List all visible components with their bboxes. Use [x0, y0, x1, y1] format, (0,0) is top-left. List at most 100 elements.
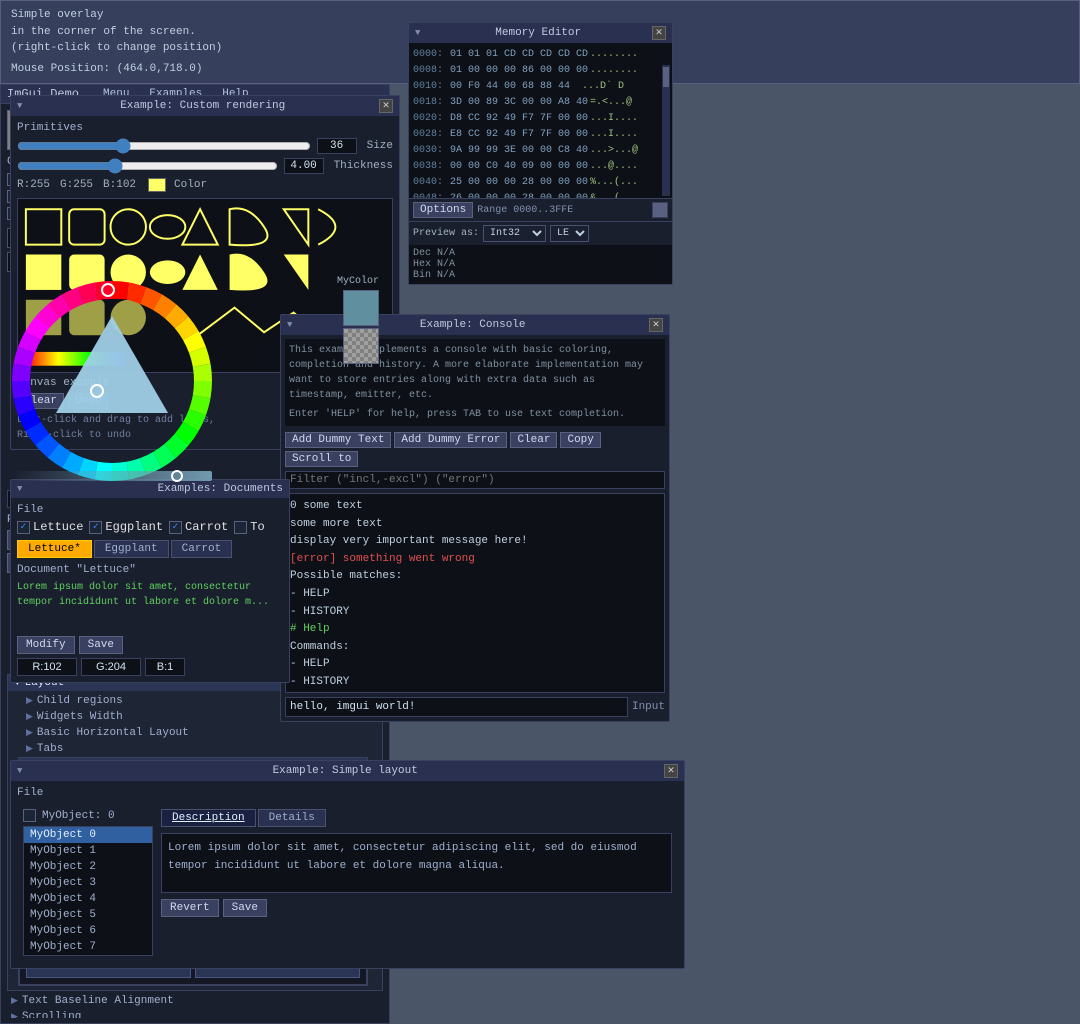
object-item-6[interactable]: MyObject 6: [24, 923, 152, 939]
eggplant-checkbox-label[interactable]: Eggplant: [89, 520, 163, 534]
description-tab[interactable]: Description: [161, 809, 256, 827]
console-input[interactable]: [285, 697, 628, 717]
simple-save-btn[interactable]: Save: [223, 899, 267, 917]
memory-scrollbar[interactable]: [662, 65, 670, 196]
to-checkbox[interactable]: [234, 521, 247, 534]
lettuce-tab[interactable]: Lettuce*: [17, 540, 92, 558]
doc-r-field[interactable]: [17, 658, 77, 676]
console-line: some more text: [290, 516, 660, 534]
console-error-line: [error] something went wrong: [290, 551, 660, 569]
eggplant-tab[interactable]: Eggplant: [94, 540, 169, 558]
file-label: File: [17, 504, 283, 516]
console-title: Example: Console: [420, 319, 526, 331]
detail-pane: Description Details Lorem ipsum dolor si…: [161, 809, 672, 956]
object-item-0[interactable]: MyObject 0: [24, 827, 152, 843]
scrolling-item[interactable]: ▶ Scrolling: [7, 1009, 383, 1018]
memory-endian-select[interactable]: LE BE: [550, 225, 589, 242]
doc-b-field[interactable]: [145, 658, 185, 676]
object-counter-label: MyObject: 0: [42, 810, 115, 822]
eggplant-checkbox[interactable]: [89, 521, 102, 534]
console-copy-btn[interactable]: Copy: [560, 432, 600, 448]
color-chip[interactable]: [148, 178, 166, 192]
console-line: Possible matches:: [290, 568, 660, 586]
simple-layout-close[interactable]: ✕: [664, 764, 678, 778]
memory-dec-label: Dec: [413, 248, 431, 259]
size-slider[interactable]: [17, 139, 311, 153]
carrot-checkbox[interactable]: [169, 521, 182, 534]
doc-g-field[interactable]: [81, 658, 141, 676]
doc-save-btn[interactable]: Save: [79, 636, 123, 654]
widgets-width-arrow: ▶: [26, 712, 33, 722]
revert-btn[interactable]: Revert: [161, 899, 219, 917]
memory-dec-value: N/A: [437, 248, 455, 259]
doc-buttons: Modify Save: [17, 636, 283, 654]
lettuce-checkbox[interactable]: [17, 521, 30, 534]
eggplant-label: Eggplant: [105, 520, 163, 534]
memory-preview-type-select[interactable]: Int32 Float Double: [483, 225, 546, 242]
documents-content: File Lettuce Eggplant Carrot To Lettuce*: [11, 498, 289, 682]
object-item-3[interactable]: MyObject 3: [24, 875, 152, 891]
simple-layout-arrow: ▼: [17, 766, 22, 776]
add-dummy-error-btn[interactable]: Add Dummy Error: [394, 432, 507, 448]
custom-render-header[interactable]: ▼ Example: Custom rendering ✕: [11, 96, 399, 116]
child-regions-label: Child regions: [37, 695, 123, 707]
detail-desc-text: Lorem ipsum dolor sit amet, consectetur …: [168, 840, 665, 875]
memory-editor-header[interactable]: ▼ Memory Editor ✕: [409, 23, 672, 43]
memory-bin-value: N/A: [437, 270, 455, 281]
mycolor-swatch[interactable]: [343, 290, 379, 326]
scrolling-arrow: ▶: [11, 1012, 18, 1018]
thickness-value: 4.00: [284, 158, 324, 174]
memory-row: 0008:01 00 00 00 86 00 00 00........: [413, 63, 668, 79]
object-item-5[interactable]: MyObject 5: [24, 907, 152, 923]
doc-modify-btn[interactable]: Modify: [17, 636, 75, 654]
memory-scroll-thumb[interactable]: [663, 67, 669, 87]
memory-row: 0048:26 00 00 00 28 00 00 00&...(...: [413, 191, 668, 198]
memory-options-row: Options Range 0000..3FFE: [409, 198, 672, 221]
carrot-tab[interactable]: Carrot: [171, 540, 233, 558]
memory-row: 0038:00 00 C0 40 09 00 00 00...@....: [413, 159, 668, 175]
console-clear-btn[interactable]: Clear: [510, 432, 557, 448]
color-wheel-svg[interactable]: [7, 276, 217, 486]
memory-editor-panel: ▼ Memory Editor ✕ 0000:01 01 01 CD CD CD…: [408, 22, 673, 285]
doc-checkbox-row: Lettuce Eggplant Carrot To: [17, 520, 283, 534]
bottom-tree-section: ▶ Text Baseline Alignment ▶ Scrolling ▶ …: [7, 993, 383, 1018]
basic-horiz-item[interactable]: ▶ Basic Horizontal Layout: [22, 725, 368, 741]
basic-horiz-arrow: ▶: [26, 728, 33, 738]
mycolor-swatch-alpha: [343, 328, 379, 364]
details-tab[interactable]: Details: [258, 809, 326, 827]
object-counter-checkbox[interactable]: [23, 809, 36, 822]
lettuce-checkbox-label[interactable]: Lettuce: [17, 520, 83, 534]
widgets-width-label: Widgets Width: [37, 711, 123, 723]
color-label: Color: [174, 179, 207, 191]
doc-text: Lorem ipsum dolor sit amet, consecteturt…: [17, 580, 283, 630]
size-value: 36: [317, 138, 357, 154]
r-label: R:255: [17, 179, 50, 191]
detail-content: Lorem ipsum dolor sit amet, consectetur …: [161, 833, 672, 893]
text-baseline-item[interactable]: ▶ Text Baseline Alignment: [7, 993, 383, 1009]
object-item-4[interactable]: MyObject 4: [24, 891, 152, 907]
console-line: display very important message here!: [290, 533, 660, 551]
tabs-item[interactable]: ▶ Tabs: [22, 741, 368, 757]
memory-editor-close[interactable]: ✕: [652, 26, 666, 40]
object-item-1[interactable]: MyObject 1: [24, 843, 152, 859]
object-list-container: MyObject: 0 MyObject 0 MyObject 1 MyObje…: [23, 809, 153, 956]
carrot-checkbox-label[interactable]: Carrot: [169, 520, 228, 534]
text-baseline-arrow: ▶: [11, 996, 18, 1006]
console-line: - HELP: [290, 656, 660, 674]
thickness-slider[interactable]: [17, 159, 278, 173]
simple-layout-title: Example: Simple layout: [273, 765, 418, 777]
object-item-7[interactable]: MyObject 7: [24, 939, 152, 955]
memory-editor-title: Memory Editor: [495, 27, 581, 39]
object-list[interactable]: MyObject 0 MyObject 1 MyObject 2 MyObjec…: [23, 826, 153, 956]
memory-row: 0000:01 01 01 CD CD CD CD CD........: [413, 47, 668, 63]
console-output[interactable]: 0 some text some more text display very …: [285, 493, 665, 693]
simple-layout-header[interactable]: ▼ Example: Simple layout ✕: [11, 761, 684, 781]
hue-segments: [12, 281, 212, 481]
object-item-2[interactable]: MyObject 2: [24, 859, 152, 875]
console-close[interactable]: ✕: [649, 318, 663, 332]
custom-render-close[interactable]: ✕: [379, 99, 393, 113]
layout-body: MyObject: 0 MyObject 0 MyObject 1 MyObje…: [17, 803, 678, 962]
to-checkbox-label[interactable]: To: [234, 520, 264, 534]
detail-buttons: Revert Save: [161, 899, 672, 917]
memory-options-btn[interactable]: Options: [413, 202, 473, 218]
